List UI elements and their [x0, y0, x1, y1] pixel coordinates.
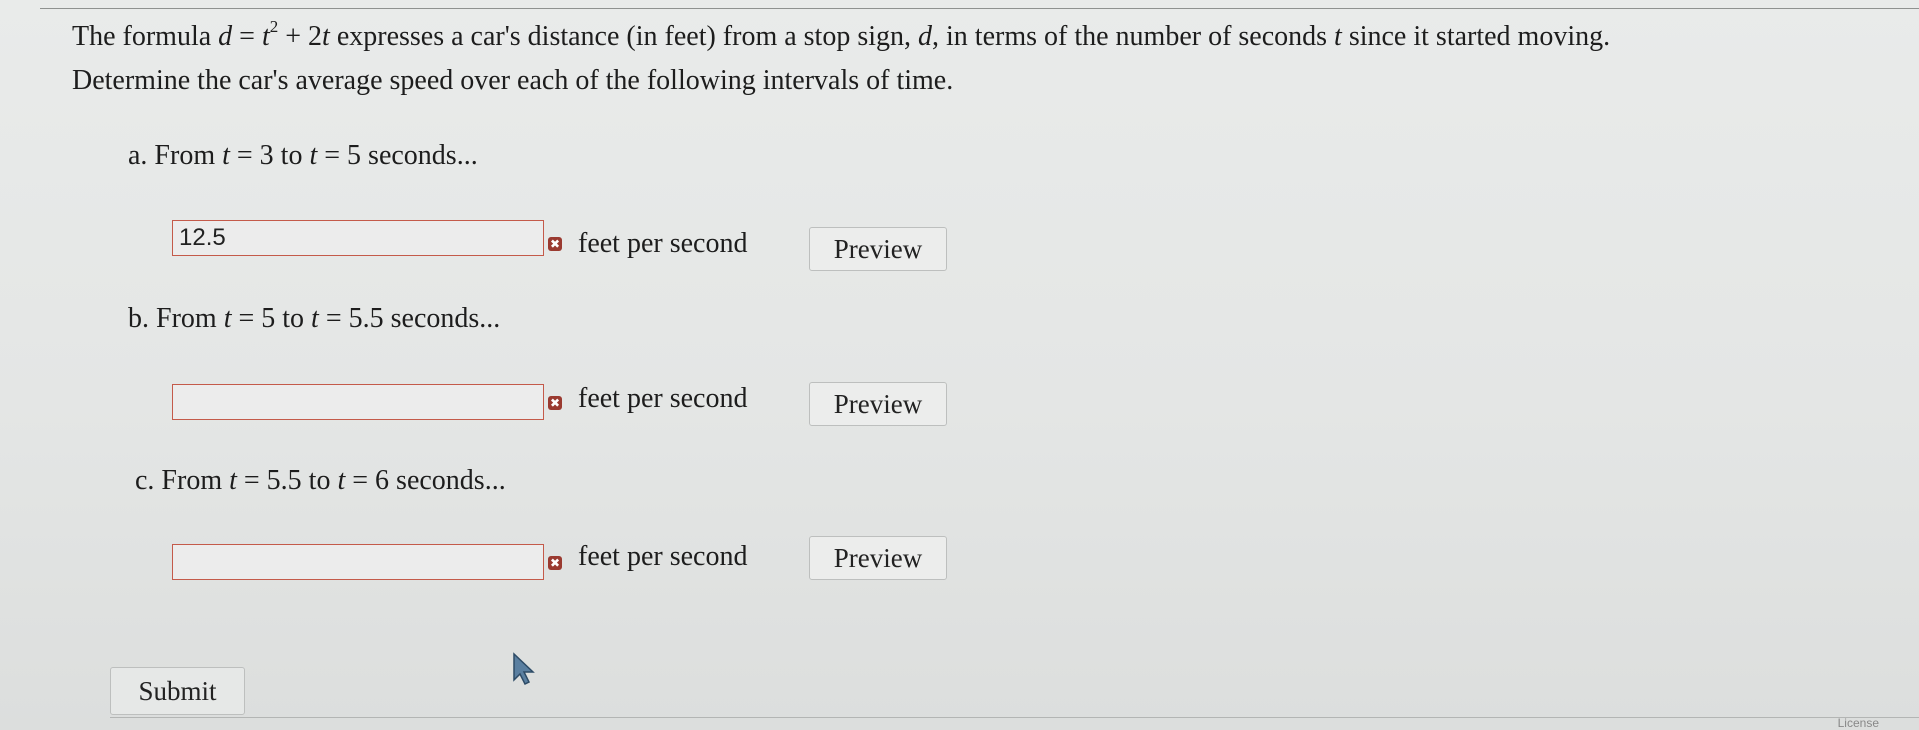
divider-top [40, 8, 1919, 9]
part-a-label: a. From t = 3 to t = 5 seconds... [128, 140, 478, 171]
question-line-1: The formula d = t2 + 2t expresses a car'… [72, 17, 1611, 53]
page-background [0, 0, 1919, 730]
part-a-wrong-icon: ✖ [548, 237, 562, 251]
question-line-2: Determine the car's average speed over e… [72, 65, 954, 96]
part-a-answer-input[interactable] [172, 220, 544, 256]
divider-bottom [110, 717, 1919, 718]
part-b-unit-label: feet per second [578, 383, 748, 414]
license-link[interactable]: License [1838, 716, 1879, 730]
part-c-answer-input[interactable] [172, 544, 544, 580]
part-c-label: c. From t = 5.5 to t = 6 seconds... [135, 465, 506, 496]
part-b-wrong-icon: ✖ [548, 396, 562, 410]
part-a-preview-button[interactable]: Preview [809, 227, 947, 271]
part-b-answer-input[interactable] [172, 384, 544, 420]
part-b-label: b. From t = 5 to t = 5.5 seconds... [128, 303, 501, 334]
submit-button[interactable]: Submit [110, 667, 245, 715]
part-c-wrong-icon: ✖ [548, 556, 562, 570]
part-c-preview-button[interactable]: Preview [809, 536, 947, 580]
part-c-unit-label: feet per second [578, 541, 748, 572]
part-b-preview-button[interactable]: Preview [809, 382, 947, 426]
mouse-cursor-icon [513, 652, 535, 686]
part-a-unit-label: feet per second [578, 228, 748, 259]
